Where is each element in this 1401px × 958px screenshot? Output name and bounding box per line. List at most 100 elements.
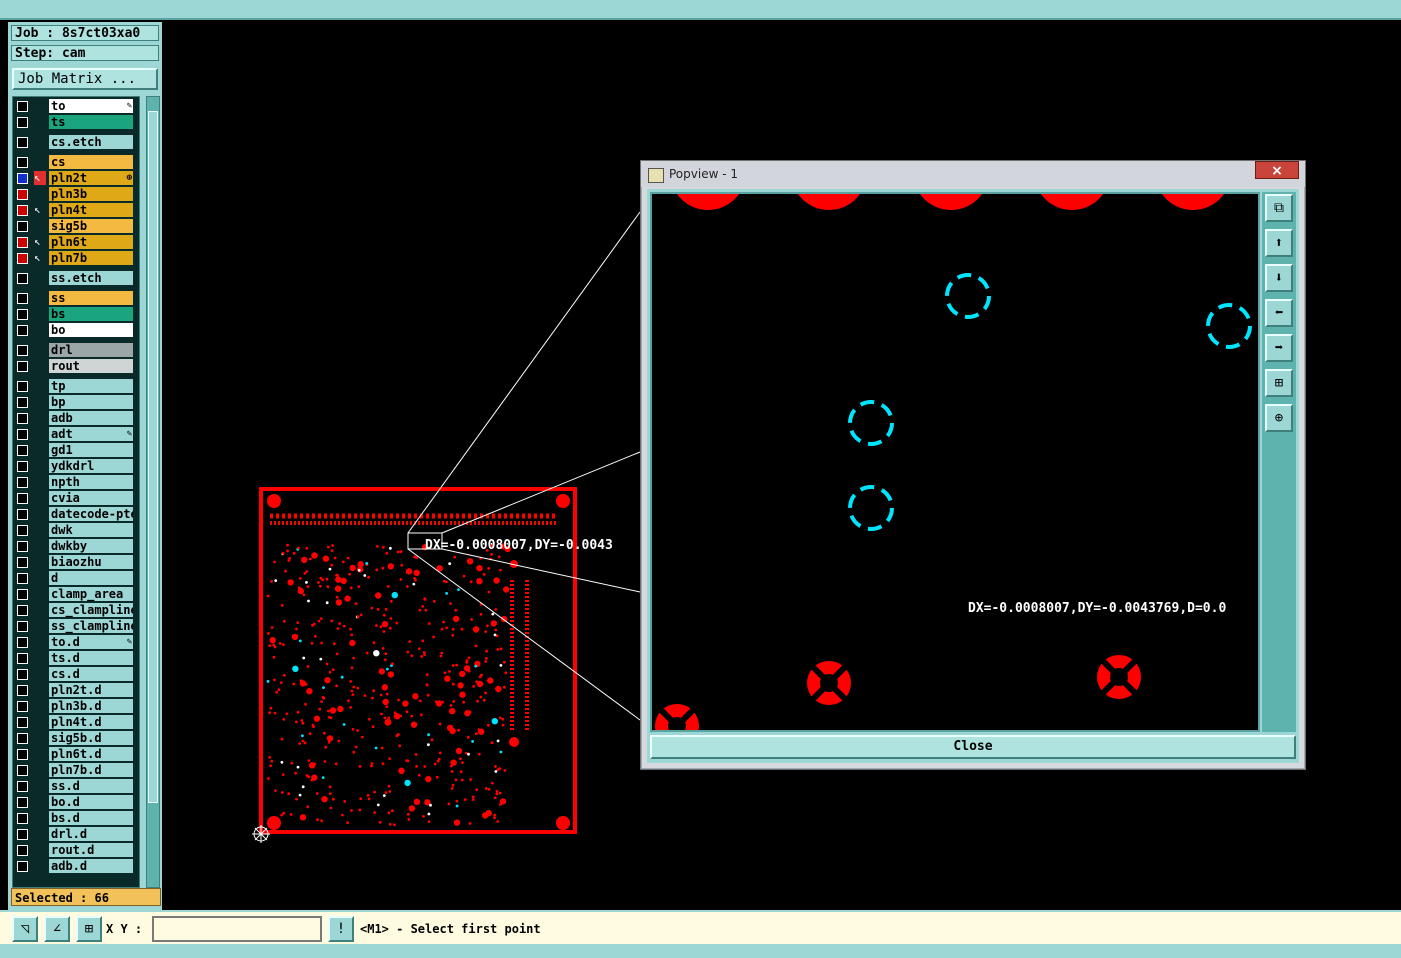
- affected-arrow-icon[interactable]: ↖: [34, 203, 46, 217]
- close-button[interactable]: Close: [650, 735, 1296, 759]
- layer-checkbox[interactable]: [17, 189, 28, 200]
- layer-name[interactable]: dwkby: [49, 539, 133, 553]
- layer-name[interactable]: pln7b: [49, 251, 133, 265]
- layer-name[interactable]: ss: [49, 291, 133, 305]
- layer-name[interactable]: ss_clampline: [49, 619, 133, 633]
- layer-checkbox[interactable]: [17, 445, 28, 456]
- layer-checkbox[interactable]: [17, 429, 28, 440]
- layer-checkbox[interactable]: [17, 685, 28, 696]
- layer-list-scrollbar[interactable]: [146, 96, 160, 888]
- layer-row-drl-d[interactable]: drl.d: [13, 827, 139, 842]
- layer-checkbox[interactable]: [17, 781, 28, 792]
- layer-name[interactable]: drl.d: [49, 827, 133, 841]
- layer-checkbox[interactable]: [17, 573, 28, 584]
- popview-titlebar[interactable]: Popview - 1 ×: [641, 161, 1305, 187]
- layer-row-ss-clampline[interactable]: ss_clampline: [13, 619, 139, 634]
- layer-row-dwk[interactable]: dwk: [13, 523, 139, 538]
- layer-row-pln3b-d[interactable]: pln3b.d: [13, 699, 139, 714]
- layer-checkbox[interactable]: [17, 717, 28, 728]
- layer-row-npth[interactable]: npth: [13, 475, 139, 490]
- layer-name[interactable]: cs: [49, 155, 133, 169]
- layer-name[interactable]: pln3b: [49, 187, 133, 201]
- layer-checkbox[interactable]: [17, 797, 28, 808]
- layer-name[interactable]: sig5b.d: [49, 731, 133, 745]
- affected-arrow-icon[interactable]: ↖: [34, 171, 46, 185]
- layer-checkbox[interactable]: [17, 653, 28, 664]
- layer-row-rout-d[interactable]: rout.d: [13, 843, 139, 858]
- layer-checkbox[interactable]: [17, 237, 28, 248]
- layer-name[interactable]: pln6t: [49, 235, 133, 249]
- layer-checkbox[interactable]: [17, 293, 28, 304]
- layer-row-adb[interactable]: adb: [13, 411, 139, 426]
- layer-checkbox[interactable]: [17, 845, 28, 856]
- affected-arrow-icon[interactable]: ↖: [34, 235, 46, 249]
- layer-name[interactable]: sig5b: [49, 219, 133, 233]
- layer-name[interactable]: cs.etch: [49, 135, 133, 149]
- layer-name[interactable]: pln4t: [49, 203, 133, 217]
- layer-row-cs-etch[interactable]: cs.etch: [13, 135, 139, 150]
- layer-checkbox[interactable]: [17, 137, 28, 148]
- grid-snap-icon[interactable]: ⊞: [76, 916, 102, 942]
- pan-right-icon[interactable]: ➡: [1265, 334, 1293, 362]
- layer-row-pln7b[interactable]: ↖ pln7b: [13, 251, 139, 266]
- layer-name[interactable]: cs.d: [49, 667, 133, 681]
- layer-row-ts-d[interactable]: ts.d: [13, 651, 139, 666]
- layer-name[interactable]: ts: [49, 115, 133, 129]
- layer-row-biaozhu[interactable]: biaozhu: [13, 555, 139, 570]
- layer-name[interactable]: pln6t.d: [49, 747, 133, 761]
- layer-row-tp[interactable]: tp: [13, 379, 139, 394]
- layer-name[interactable]: to.d ✎: [49, 635, 133, 649]
- measure-line-icon[interactable]: ◹: [12, 916, 38, 942]
- layer-checkbox[interactable]: [17, 325, 28, 336]
- layer-row-cs[interactable]: cs: [13, 155, 139, 170]
- layer-row-to-d[interactable]: to.d ✎: [13, 635, 139, 650]
- popview-canvas[interactable]: DX=-0.0008007,DY=-0.0043769,D=0.0: [650, 192, 1260, 732]
- layer-row-pln4t[interactable]: ↖ pln4t: [13, 203, 139, 218]
- alert-icon[interactable]: !: [328, 916, 354, 942]
- layer-checkbox[interactable]: [17, 173, 28, 184]
- layer-checkbox[interactable]: [17, 525, 28, 536]
- layer-checkbox[interactable]: [17, 813, 28, 824]
- layer-checkbox[interactable]: [17, 749, 28, 760]
- job-matrix-button[interactable]: Job Matrix ...: [12, 68, 158, 90]
- layer-checkbox[interactable]: [17, 701, 28, 712]
- layer-checkbox[interactable]: [17, 765, 28, 776]
- layer-row-bo[interactable]: bo: [13, 323, 139, 338]
- layer-name[interactable]: adb: [49, 411, 133, 425]
- layer-name[interactable]: to ✎: [49, 99, 133, 113]
- layer-checkbox[interactable]: [17, 541, 28, 552]
- layer-name[interactable]: biaozhu: [49, 555, 133, 569]
- layer-row-cvia[interactable]: cvia: [13, 491, 139, 506]
- layer-row-adb-d[interactable]: adb.d: [13, 859, 139, 874]
- layer-name[interactable]: bp: [49, 395, 133, 409]
- layer-row-dwkby[interactable]: dwkby: [13, 539, 139, 554]
- layer-checkbox[interactable]: [17, 621, 28, 632]
- layer-checkbox[interactable]: [17, 381, 28, 392]
- layer-checkbox[interactable]: [17, 361, 28, 372]
- layer-row-bo-d[interactable]: bo.d: [13, 795, 139, 810]
- layer-checkbox[interactable]: [17, 829, 28, 840]
- zoom-in-icon[interactable]: ⊞: [1265, 369, 1293, 397]
- layer-row-adt[interactable]: adt ✎: [13, 427, 139, 442]
- layer-row-clamp-area[interactable]: clamp_area: [13, 587, 139, 602]
- layer-name[interactable]: rout.d: [49, 843, 133, 857]
- layer-name[interactable]: ss.etch: [49, 271, 133, 285]
- layer-checkbox[interactable]: [17, 637, 28, 648]
- layer-name[interactable]: tp: [49, 379, 133, 393]
- layer-name[interactable]: cs_clampline: [49, 603, 133, 617]
- layer-name[interactable]: pln3b.d: [49, 699, 133, 713]
- layer-checkbox[interactable]: [17, 509, 28, 520]
- layer-row-d[interactable]: d: [13, 571, 139, 586]
- layer-checkbox[interactable]: [17, 605, 28, 616]
- layer-name[interactable]: cvia: [49, 491, 133, 505]
- window-close-button[interactable]: ×: [1255, 161, 1299, 179]
- layer-checkbox[interactable]: [17, 397, 28, 408]
- layer-name[interactable]: pln2t ⊕: [49, 171, 133, 185]
- layer-name[interactable]: ts.d: [49, 651, 133, 665]
- layer-row-bs[interactable]: bs: [13, 307, 139, 322]
- affected-arrow-icon[interactable]: ↖: [34, 251, 46, 265]
- layer-name[interactable]: pln4t.d: [49, 715, 133, 729]
- layer-row-pln2t-d[interactable]: pln2t.d: [13, 683, 139, 698]
- layer-name[interactable]: ydkdrl: [49, 459, 133, 473]
- layer-name[interactable]: pln7b.d: [49, 763, 133, 777]
